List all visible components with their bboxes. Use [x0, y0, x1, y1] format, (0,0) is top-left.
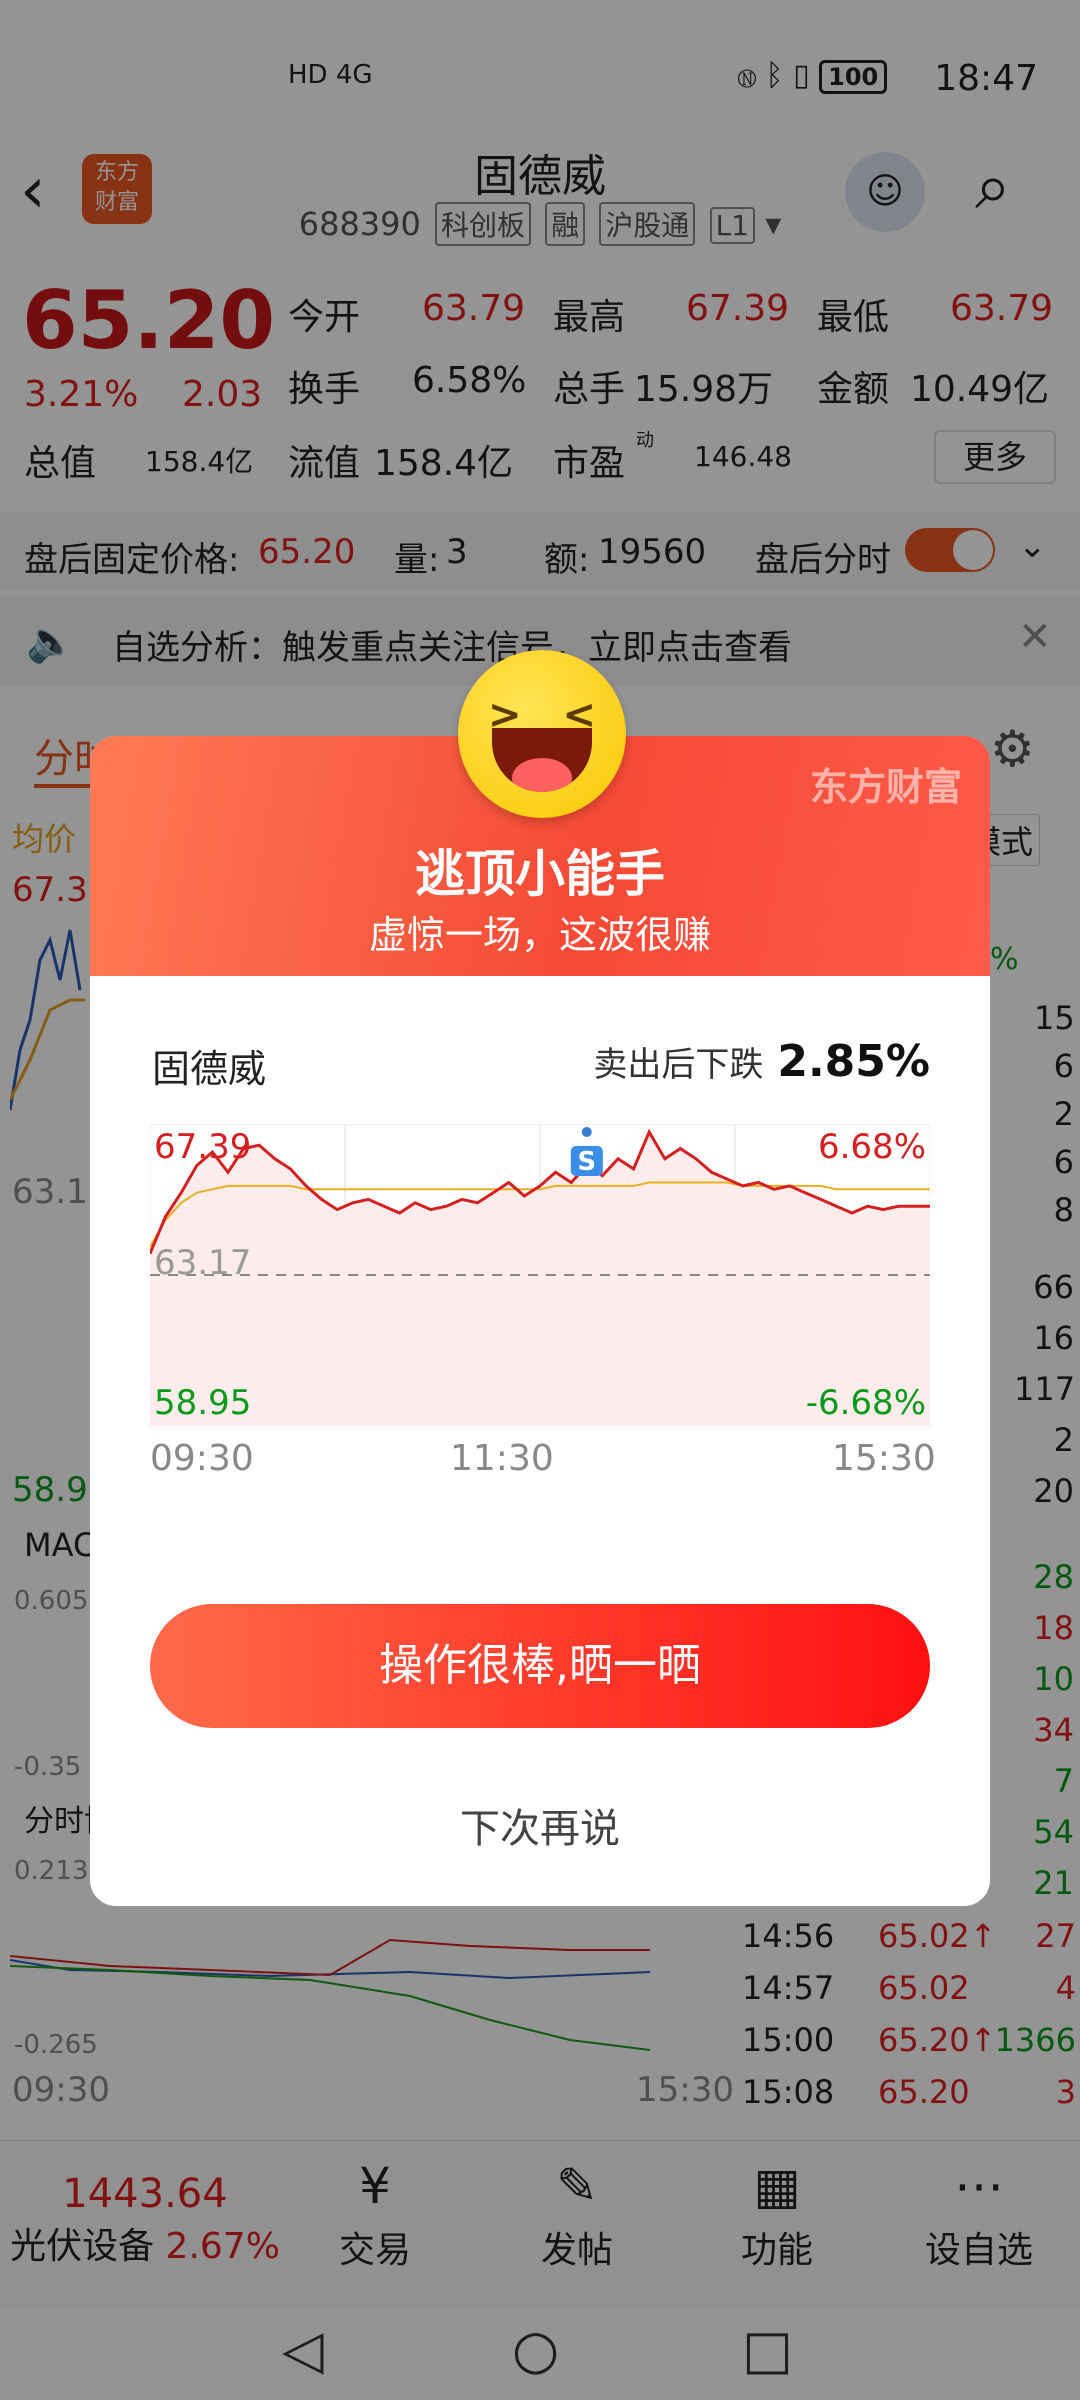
chart-x-end: 15:30 — [832, 1438, 936, 1479]
chart-label-high: 67.39 — [154, 1127, 251, 1167]
sell-marker-label: S — [577, 1147, 596, 1177]
dialog-subtitle: 虚惊一场，这波很赚 — [368, 913, 711, 957]
drop-label: 卖出后下跌 — [593, 1045, 764, 1085]
sell-success-dialog: 东方财富 逃顶小能手 虚惊一场，这波很赚 > < 固德威 卖出后下跌 2.85% … — [90, 650, 990, 1906]
chart-label-low: 58.95 — [154, 1383, 251, 1423]
brand-watermark: 东方财富 — [809, 765, 962, 809]
later-button[interactable]: 下次再说 — [90, 1796, 990, 1854]
chart-label-pct-low: -6.68% — [806, 1383, 926, 1423]
chart-label-pct-high: 6.68% — [818, 1127, 926, 1167]
drop-after-sell: 卖出后下跌 2.85% — [593, 1036, 930, 1087]
chart-x-start: 09:30 — [150, 1438, 254, 1479]
chart-x-mid: 11:30 — [450, 1438, 554, 1479]
intraday-mini-chart: S 67.39 63.17 58.95 6.68% -6.68% — [150, 1124, 930, 1426]
share-button[interactable]: 操作很棒,晒一晒 — [150, 1604, 930, 1728]
dialog-stock-name: 固德威 — [152, 1047, 267, 1091]
dialog-title: 逃顶小能手 — [415, 845, 665, 903]
laughing-emoji-icon: > < — [458, 650, 626, 818]
chart-label-ref: 63.17 — [154, 1243, 251, 1283]
app-screen: HD 4G Ⓝ ᛒ ▯ 100 18:47 ‹ 东方 财富 固德威 688390… — [0, 0, 1080, 2400]
sell-point-dot — [581, 1127, 592, 1137]
emoji-mouth — [492, 728, 592, 792]
drop-value: 2.85% — [777, 1036, 930, 1087]
